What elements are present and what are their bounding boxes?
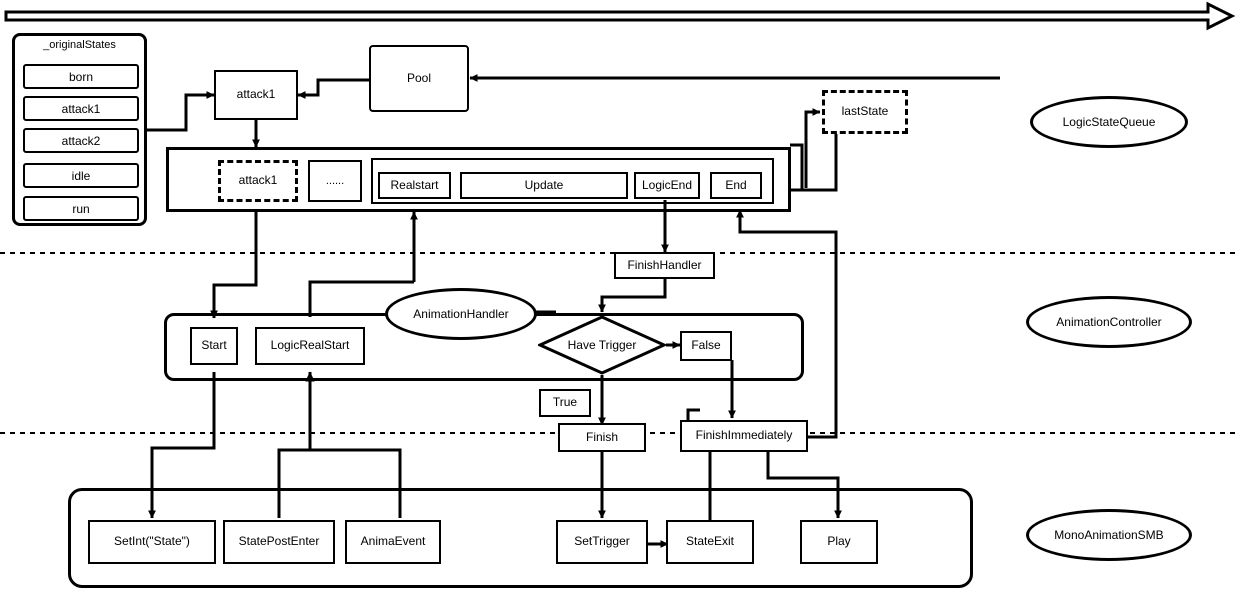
node-finish[interactable]: Finish: [558, 423, 646, 452]
node-ellipsis: ......: [308, 160, 362, 202]
lane-label-mono-animation-smb: MonoAnimationSMB: [1026, 509, 1192, 561]
node-finish-immediately[interactable]: FinishImmediately: [680, 420, 808, 452]
node-update[interactable]: Update: [460, 172, 628, 199]
node-state-post-enter[interactable]: StatePostEnter: [223, 520, 335, 564]
node-play[interactable]: Play: [800, 520, 878, 564]
node-state-exit[interactable]: StateExit: [666, 520, 754, 564]
node-end[interactable]: End: [710, 172, 762, 199]
state-item-run[interactable]: run: [23, 196, 139, 221]
diagram-canvas: _originalStates born attack1 attack2 idl…: [0, 0, 1240, 605]
node-set-trigger[interactable]: SetTrigger: [556, 520, 648, 564]
node-have-trigger[interactable]: Have Trigger: [538, 315, 666, 375]
lane-label-animation-controller: AnimationController: [1026, 296, 1192, 348]
node-attack1-active[interactable]: attack1: [214, 70, 298, 120]
state-item-idle[interactable]: idle: [23, 163, 139, 188]
node-true-branch[interactable]: True: [539, 389, 591, 417]
node-logic-end[interactable]: LogicEnd: [634, 172, 700, 199]
timeline-arrow: [4, 1, 1236, 31]
state-item-attack1[interactable]: attack1: [23, 96, 139, 121]
node-last-state[interactable]: lastState: [822, 90, 908, 134]
original-states-panel: _originalStates born attack1 attack2 idl…: [12, 33, 147, 226]
node-realstart[interactable]: Realstart: [378, 172, 451, 199]
node-false-branch[interactable]: False: [680, 331, 732, 361]
node-attack1-queued[interactable]: attack1: [218, 160, 298, 202]
lane-label-logic-state-queue: LogicStateQueue: [1030, 96, 1188, 148]
node-finish-handler[interactable]: FinishHandler: [614, 252, 715, 279]
node-logic-real-start[interactable]: LogicRealStart: [255, 327, 365, 365]
node-pool[interactable]: Pool: [369, 45, 469, 112]
node-animation-handler[interactable]: AnimationHandler: [385, 288, 537, 340]
state-item-attack2[interactable]: attack2: [23, 128, 139, 153]
state-item-born[interactable]: born: [23, 64, 139, 89]
node-anima-event[interactable]: AnimaEvent: [345, 520, 441, 564]
node-start[interactable]: Start: [190, 327, 238, 365]
original-states-title: _originalStates: [43, 39, 116, 51]
node-set-int-state[interactable]: SetInt("State"): [88, 520, 216, 564]
